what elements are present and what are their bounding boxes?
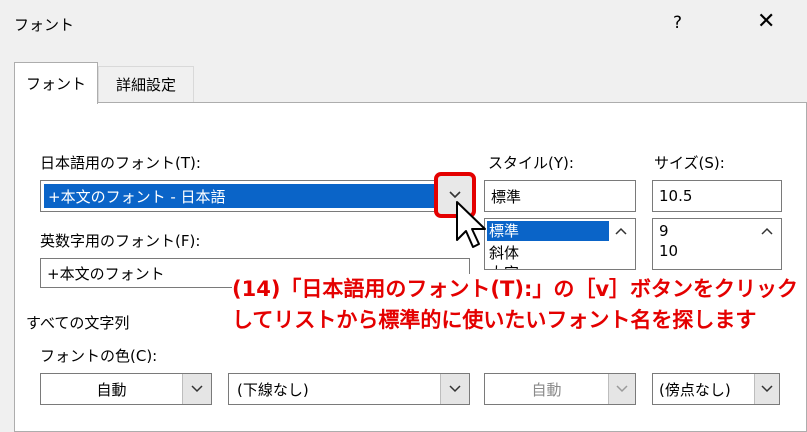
underline-color-dropdown-button <box>608 374 635 404</box>
chevron-down-icon <box>449 191 461 199</box>
style-option[interactable]: 斜体 <box>489 243 519 263</box>
style-label: スタイル(Y): <box>488 154 574 172</box>
tab-font[interactable]: フォント <box>14 62 98 104</box>
japanese-font-label: 日本語用のフォント(T): <box>40 154 201 172</box>
latin-font-value: +本文のフォント <box>47 264 165 283</box>
chevron-down-icon <box>761 385 773 393</box>
dialog-title: フォント <box>14 16 75 34</box>
chevron-up-icon[interactable] <box>615 227 627 235</box>
font-color-label: フォントの色(C): <box>40 347 158 365</box>
close-button[interactable]: ✕ <box>757 9 775 34</box>
japanese-font-combobox[interactable]: +本文のフォント - 日本語 <box>40 180 474 212</box>
font-color-combobox[interactable]: 自動 <box>40 373 212 405</box>
japanese-font-value: +本文のフォント - 日本語 <box>44 184 470 208</box>
size-label: サイズ(S): <box>654 154 725 172</box>
mouse-cursor-icon <box>456 201 486 248</box>
chevron-down-icon <box>449 385 461 393</box>
size-list[interactable]: 9 10 <box>652 218 782 270</box>
style-input[interactable]: 標準 <box>484 180 636 212</box>
font-color-value: 自動 <box>96 380 127 399</box>
underline-color-value: 自動 <box>531 380 562 399</box>
underline-style-value: (下線なし) <box>237 380 309 399</box>
style-option[interactable]: 太字 <box>489 263 519 269</box>
chevron-down-icon <box>616 385 628 393</box>
all-text-section-label: すべての文字列 <box>26 314 130 332</box>
size-option[interactable]: 9 <box>659 221 669 241</box>
instruction-annotation: (14)「日本語用のフォント(T):」の［v］ボタンをクリックしてリストから標準… <box>232 274 802 336</box>
font-color-dropdown-button[interactable] <box>182 374 211 404</box>
underline-color-combobox: 自動 <box>484 373 636 405</box>
tab-advanced[interactable]: 詳細設定 <box>98 66 194 102</box>
size-option[interactable]: 10 <box>659 241 678 261</box>
emphasis-mark-dropdown-button[interactable] <box>754 374 779 404</box>
underline-style-combobox[interactable]: (下線なし) <box>228 373 470 405</box>
latin-font-label: 英数字用のフォント(F): <box>40 232 201 250</box>
emphasis-mark-value: (傍点なし) <box>659 380 731 399</box>
chevron-up-icon[interactable] <box>761 227 773 235</box>
underline-style-dropdown-button[interactable] <box>440 374 469 404</box>
help-button[interactable]: ? <box>673 13 682 33</box>
size-input[interactable]: 10.5 <box>652 180 782 212</box>
emphasis-mark-combobox[interactable]: (傍点なし) <box>652 373 780 405</box>
size-input-value: 10.5 <box>659 187 693 205</box>
style-list[interactable]: 標準 斜体 太字 <box>484 218 636 270</box>
style-option-selected[interactable]: 標準 <box>487 221 609 241</box>
chevron-down-icon <box>191 385 203 393</box>
style-input-value: 標準 <box>491 187 522 206</box>
